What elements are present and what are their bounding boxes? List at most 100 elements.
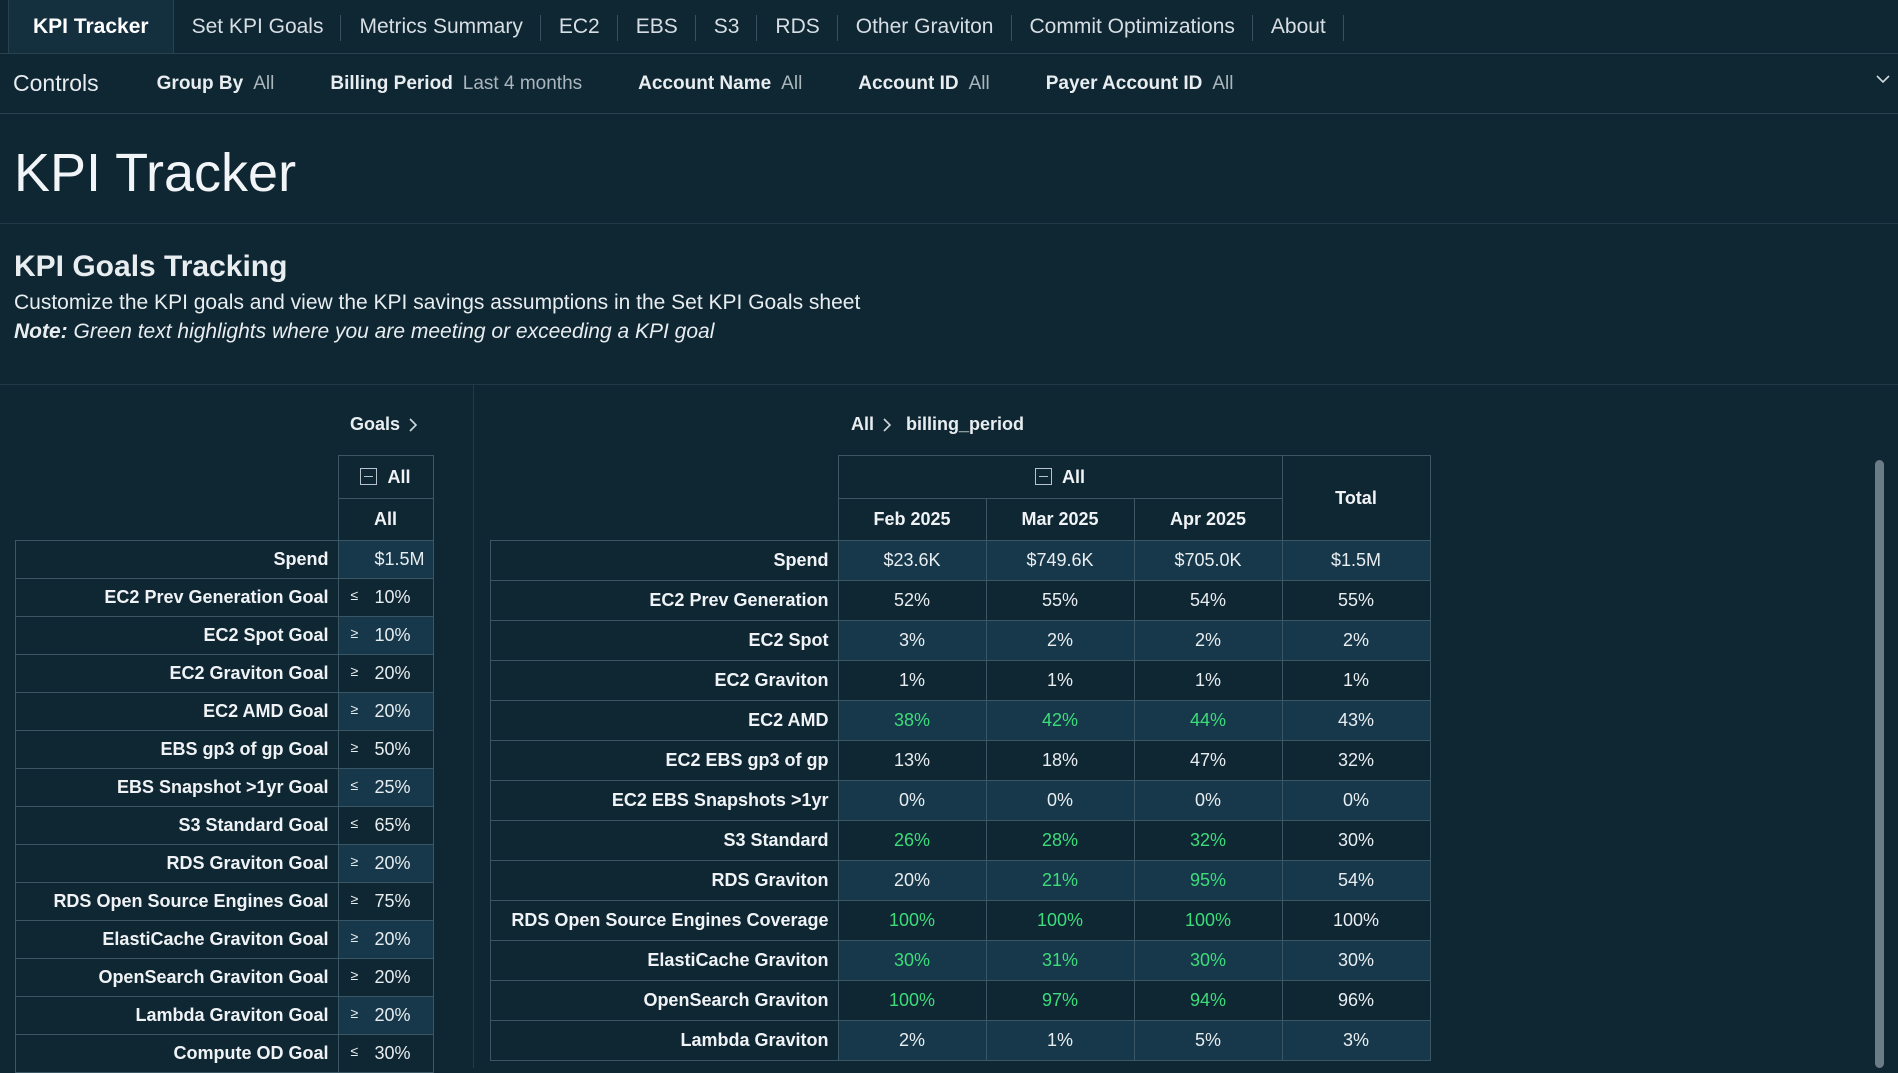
metric-cell[interactable]: 42%: [985, 700, 1135, 741]
tab-set-kpi-goals[interactable]: Set KPI Goals: [174, 0, 342, 53]
metric-cell[interactable]: 55%: [985, 580, 1135, 621]
group-header-all[interactable]: All: [337, 455, 434, 499]
goal-value-cell[interactable]: ≤30%: [337, 1034, 434, 1073]
total-cell[interactable]: 55%: [1281, 580, 1431, 621]
metric-cell[interactable]: 30%: [837, 940, 987, 981]
tab-other-graviton[interactable]: Other Graviton: [838, 0, 1012, 53]
goal-value-cell[interactable]: $1.5M: [337, 540, 434, 579]
column-header-feb-2025[interactable]: Feb 2025: [837, 498, 987, 541]
tab-s3[interactable]: S3: [696, 0, 758, 53]
row-label[interactable]: RDS Graviton Goal: [15, 844, 339, 883]
row-label[interactable]: S3 Standard Goal: [15, 806, 339, 845]
metric-cell[interactable]: 13%: [837, 740, 987, 781]
total-cell[interactable]: 54%: [1281, 860, 1431, 901]
metric-cell[interactable]: 38%: [837, 700, 987, 741]
metric-cell[interactable]: 94%: [1133, 980, 1283, 1021]
metric-cell[interactable]: 32%: [1133, 820, 1283, 861]
metric-cell[interactable]: 28%: [985, 820, 1135, 861]
metric-cell[interactable]: 5%: [1133, 1020, 1283, 1061]
row-label[interactable]: RDS Graviton: [490, 860, 839, 901]
breadcrumb-leaf[interactable]: billing_period: [906, 414, 1024, 435]
control-account-id[interactable]: Account ID All: [858, 73, 989, 95]
row-label[interactable]: Spend: [490, 540, 839, 581]
breadcrumb-root[interactable]: All: [851, 414, 874, 435]
group-header-all[interactable]: All: [837, 455, 1283, 499]
row-label[interactable]: Spend: [15, 540, 339, 579]
metric-cell[interactable]: $23.6K: [837, 540, 987, 581]
goal-value-cell[interactable]: ≥75%: [337, 882, 434, 921]
metric-cell[interactable]: 0%: [1133, 780, 1283, 821]
metric-cell[interactable]: $705.0K: [1133, 540, 1283, 581]
tab-kpi-tracker[interactable]: KPI Tracker: [8, 0, 174, 53]
metric-cell[interactable]: 31%: [985, 940, 1135, 981]
row-label[interactable]: RDS Open Source Engines Goal: [15, 882, 339, 921]
tab-ec2[interactable]: EC2: [541, 0, 618, 53]
metric-cell[interactable]: 0%: [985, 780, 1135, 821]
total-cell[interactable]: 100%: [1281, 900, 1431, 941]
metric-cell[interactable]: 1%: [985, 1020, 1135, 1061]
row-label[interactable]: ElastiCache Graviton Goal: [15, 920, 339, 959]
metric-cell[interactable]: 26%: [837, 820, 987, 861]
metric-cell[interactable]: 2%: [837, 1020, 987, 1061]
total-cell[interactable]: 2%: [1281, 620, 1431, 661]
goal-value-cell[interactable]: ≤25%: [337, 768, 434, 807]
row-label[interactable]: EC2 Spot Goal: [15, 616, 339, 655]
collapse-icon[interactable]: [1034, 467, 1052, 485]
goal-value-cell[interactable]: ≥20%: [337, 692, 434, 731]
row-label[interactable]: EC2 Graviton Goal: [15, 654, 339, 693]
row-label[interactable]: EC2 AMD Goal: [15, 692, 339, 731]
row-label[interactable]: EC2 Prev Generation: [490, 580, 839, 621]
chevron-down-icon[interactable]: [1876, 72, 1890, 86]
metric-cell[interactable]: 44%: [1133, 700, 1283, 741]
row-label[interactable]: S3 Standard: [490, 820, 839, 861]
row-label[interactable]: EBS gp3 of gp Goal: [15, 730, 339, 769]
total-cell[interactable]: 43%: [1281, 700, 1431, 741]
goals-breadcrumb[interactable]: Goals: [350, 414, 426, 435]
total-cell[interactable]: 1%: [1281, 660, 1431, 701]
metric-cell[interactable]: 2%: [1133, 620, 1283, 661]
total-header[interactable]: Total: [1281, 455, 1431, 541]
row-label[interactable]: RDS Open Source Engines Coverage: [490, 900, 839, 941]
metric-cell[interactable]: 100%: [985, 900, 1135, 941]
row-label[interactable]: OpenSearch Graviton: [490, 980, 839, 1021]
metric-cell[interactable]: 20%: [837, 860, 987, 901]
column-header[interactable]: All: [337, 498, 434, 541]
metric-cell[interactable]: 47%: [1133, 740, 1283, 781]
metric-cell[interactable]: $749.6K: [985, 540, 1135, 581]
control-account-name[interactable]: Account Name All: [638, 73, 802, 95]
goal-value-cell[interactable]: ≤65%: [337, 806, 434, 845]
tab-ebs[interactable]: EBS: [618, 0, 696, 53]
metric-cell[interactable]: 54%: [1133, 580, 1283, 621]
goal-value-cell[interactable]: ≥20%: [337, 958, 434, 997]
total-cell[interactable]: 30%: [1281, 820, 1431, 861]
total-cell[interactable]: 30%: [1281, 940, 1431, 981]
row-label[interactable]: EC2 Graviton: [490, 660, 839, 701]
metric-cell[interactable]: 97%: [985, 980, 1135, 1021]
tab-commit-optimizations[interactable]: Commit Optimizations: [1012, 0, 1254, 53]
goal-value-cell[interactable]: ≥10%: [337, 616, 434, 655]
row-label[interactable]: Lambda Graviton: [490, 1020, 839, 1061]
goal-value-cell[interactable]: ≥20%: [337, 844, 434, 883]
row-label[interactable]: Lambda Graviton Goal: [15, 996, 339, 1035]
tab-about[interactable]: About: [1253, 0, 1344, 53]
controls-title[interactable]: Controls: [13, 70, 99, 97]
column-header-mar-2025[interactable]: Mar 2025: [985, 498, 1135, 541]
metric-cell[interactable]: 2%: [985, 620, 1135, 661]
column-header-apr-2025[interactable]: Apr 2025: [1133, 498, 1283, 541]
metric-cell[interactable]: 21%: [985, 860, 1135, 901]
total-cell[interactable]: 3%: [1281, 1020, 1431, 1061]
metrics-breadcrumb[interactable]: All billing_period: [851, 414, 1024, 435]
row-label[interactable]: EC2 EBS gp3 of gp: [490, 740, 839, 781]
metric-cell[interactable]: 0%: [837, 780, 987, 821]
metric-cell[interactable]: 30%: [1133, 940, 1283, 981]
total-cell[interactable]: 32%: [1281, 740, 1431, 781]
row-label[interactable]: EC2 Spot: [490, 620, 839, 661]
row-label[interactable]: Compute OD Goal: [15, 1034, 339, 1073]
metric-cell[interactable]: 3%: [837, 620, 987, 661]
control-billing-period[interactable]: Billing Period Last 4 months: [330, 73, 582, 95]
row-label[interactable]: EC2 EBS Snapshots >1yr: [490, 780, 839, 821]
metric-cell[interactable]: 1%: [1133, 660, 1283, 701]
metric-cell[interactable]: 18%: [985, 740, 1135, 781]
total-cell[interactable]: $1.5M: [1281, 540, 1431, 581]
metric-cell[interactable]: 95%: [1133, 860, 1283, 901]
